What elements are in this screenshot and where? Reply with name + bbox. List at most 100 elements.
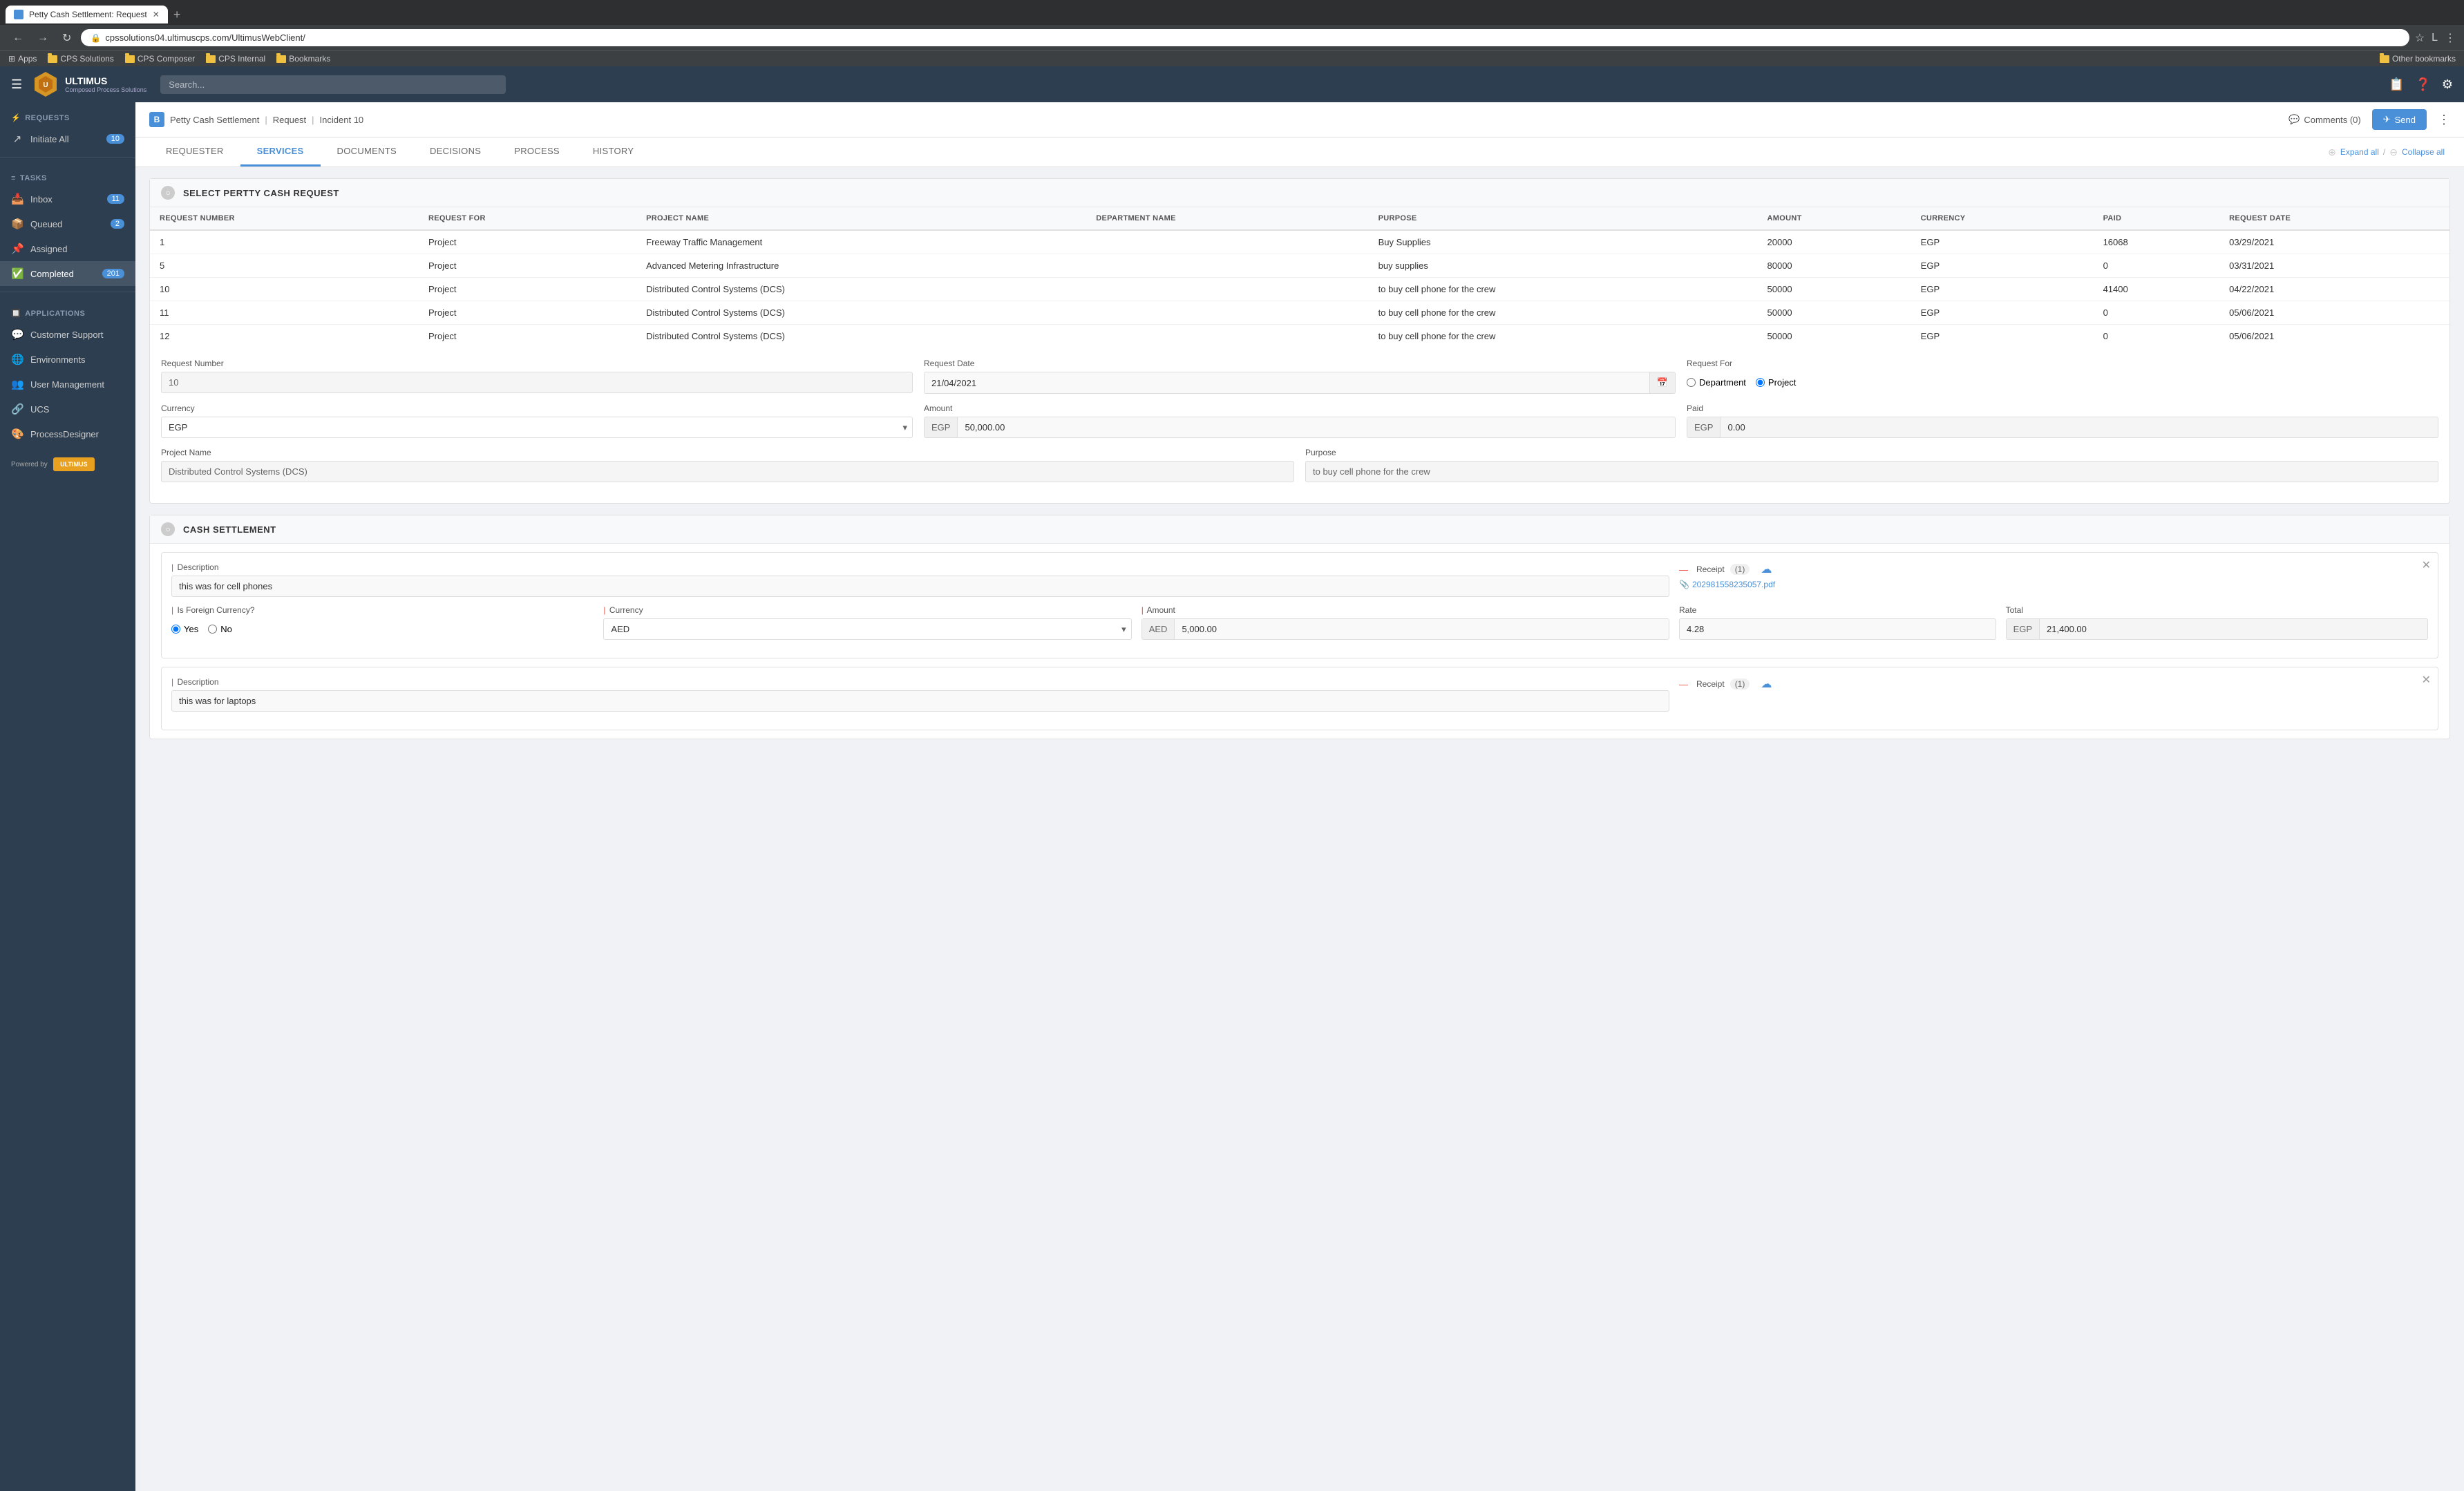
request-date-input[interactable] <box>925 372 1649 393</box>
app-header: ☰ U ULTIMUS Composed Process Solutions 📋… <box>0 66 2464 102</box>
sidebar-item-environments[interactable]: 🌐 Environments <box>0 347 135 372</box>
completed-label: Completed <box>30 269 74 279</box>
settlement-item-2-close-icon[interactable]: ✕ <box>2422 673 2431 687</box>
browser-tab[interactable]: Petty Cash Settlement: Request ✕ <box>6 6 168 23</box>
radio-department[interactable]: Department <box>1687 377 1746 388</box>
radio-no-input-1[interactable] <box>208 625 217 634</box>
collapse-all-link[interactable]: Collapse all <box>2402 147 2445 157</box>
sidebar-item-queued[interactable]: 📦 Queued 2 <box>0 211 135 236</box>
col-request-number: REQUEST NUMBER <box>150 207 419 230</box>
tab-decisions[interactable]: DECISIONS <box>413 137 497 167</box>
calendar-icon[interactable]: 📅 <box>1649 372 1675 393</box>
applications-section-title: 🔲 APPLICATIONS <box>0 298 135 322</box>
environments-label: Environments <box>30 354 85 365</box>
settings-icon[interactable]: ⋮ <box>2445 31 2456 45</box>
sidebar-item-customer-support[interactable]: 💬 Customer Support <box>0 322 135 347</box>
receipt-upload-icon-1[interactable]: ☁ <box>1761 562 1772 576</box>
cell-request-date: 03/29/2021 <box>2219 230 2449 254</box>
table-row[interactable]: 11 Project Distributed Control Systems (… <box>150 301 2449 325</box>
settlement-row-description-1: | Description — Receipt (1) ☁ <box>171 562 2428 597</box>
bookmark-other[interactable]: Other bookmarks <box>2380 54 2456 64</box>
amount-input[interactable] <box>958 417 1675 437</box>
cell-currency: EGP <box>1911 325 2094 348</box>
settlement-amount-input-1[interactable] <box>1175 619 1669 639</box>
sidebar-item-assigned[interactable]: 📌 Assigned <box>0 236 135 261</box>
settings-gear-icon[interactable]: ⚙ <box>2442 77 2453 92</box>
radio-department-input[interactable] <box>1687 378 1696 387</box>
petty-cash-form: Request Number Request Date 📅 <box>150 348 2449 503</box>
profile-icon[interactable]: L <box>2432 32 2438 44</box>
radio-no-1[interactable]: No <box>208 624 232 634</box>
radio-project[interactable]: Project <box>1756 377 1796 388</box>
sidebar-item-process-designer[interactable]: 🎨 ProcessDesigner <box>0 421 135 446</box>
sidebar-item-ucs[interactable]: 🔗 UCS <box>0 397 135 421</box>
more-options-icon[interactable]: ⋮ <box>2438 113 2450 127</box>
settlement-item-1: ✕ | Description — <box>161 552 2438 658</box>
request-date-label: Request Date <box>924 359 1676 368</box>
tab-requester[interactable]: REQUESTER <box>149 137 240 167</box>
cell-department-name <box>1086 325 1368 348</box>
tab-process[interactable]: PROCESS <box>497 137 576 167</box>
table-row[interactable]: 10 Project Distributed Control Systems (… <box>150 278 2449 301</box>
cell-request-for: Project <box>419 325 636 348</box>
cell-request-for: Project <box>419 230 636 254</box>
bookmark-star-icon[interactable]: ☆ <box>2415 31 2425 45</box>
settlement-description-input-1[interactable] <box>171 576 1669 597</box>
settlement-item-1-close-icon[interactable]: ✕ <box>2422 558 2431 572</box>
tab-close-icon[interactable]: ✕ <box>153 10 160 19</box>
sidebar-item-completed[interactable]: ✅ Completed 201 <box>0 261 135 286</box>
tab-history[interactable]: HISTORY <box>576 137 650 167</box>
settlement-item-2: ✕ | Description — <box>161 667 2438 730</box>
table-row[interactable]: 1 Project Freeway Traffic Management Buy… <box>150 230 2449 254</box>
refresh-button[interactable]: ↻ <box>58 30 75 46</box>
tab-services[interactable]: SERVICES <box>240 137 321 167</box>
breadcrumb-item-1[interactable]: Petty Cash Settlement <box>170 115 259 125</box>
breadcrumb-item-3[interactable]: Incident 10 <box>320 115 364 125</box>
initiate-all-badge: 10 <box>106 134 124 144</box>
receipt-file-1[interactable]: 📎 202981558235057.pdf <box>1679 580 2428 589</box>
send-label: Send <box>2395 115 2416 125</box>
hamburger-menu-icon[interactable]: ☰ <box>11 77 22 92</box>
radio-project-input[interactable] <box>1756 378 1765 387</box>
bookmark-cps-composer[interactable]: CPS Composer <box>125 54 195 64</box>
sidebar-item-user-management[interactable]: 👥 User Management <box>0 372 135 397</box>
breadcrumb-item-2[interactable]: Request <box>273 115 306 125</box>
sidebar-item-initiate-all[interactable]: ↗ Initiate All 10 <box>0 126 135 151</box>
paid-input[interactable] <box>1721 417 2438 437</box>
bookmark-cps-internal[interactable]: CPS Internal <box>206 54 265 64</box>
currency-select[interactable]: EGP USD AED EUR <box>161 417 913 438</box>
help-icon[interactable]: ❓ <box>2415 77 2430 92</box>
forward-button[interactable]: → <box>33 30 53 46</box>
radio-yes-1[interactable]: Yes <box>171 624 198 634</box>
bookmark-apps[interactable]: ⊞ Apps <box>8 54 37 64</box>
bookmarks-bar: ⊞ Apps CPS Solutions CPS Composer CPS In… <box>0 50 2464 66</box>
cell-currency: EGP <box>1911 230 2094 254</box>
tab-documents[interactable]: DOCUMENTS <box>321 137 413 167</box>
expand-all-link[interactable]: Expand all <box>2340 147 2379 157</box>
settlement-description-input-2[interactable] <box>171 690 1669 712</box>
send-button[interactable]: ✈ Send <box>2372 109 2427 130</box>
settlement-currency-select-1[interactable]: AED EGP USD <box>603 618 1131 640</box>
tab-favicon <box>14 10 23 19</box>
folder-icon <box>125 55 135 63</box>
receipt-upload-icon-2[interactable]: ☁ <box>1761 677 1772 691</box>
url-bar[interactable]: 🔒 cpssolutions04.ultimuscps.com/UltimusW… <box>81 29 2409 46</box>
table-row[interactable]: 5 Project Advanced Metering Infrastructu… <box>150 254 2449 278</box>
inbox-icon[interactable]: 📋 <box>2389 77 2404 92</box>
table-row[interactable]: 12 Project Distributed Control Systems (… <box>150 325 2449 348</box>
petty-cash-section: ○ SELECT PERTTY CASH REQUEST REQUEST NUM… <box>149 178 2450 504</box>
radio-yes-input-1[interactable] <box>171 625 180 634</box>
new-tab-button[interactable]: + <box>168 8 187 22</box>
settlement-total-input-1[interactable] <box>2040 619 2427 639</box>
bookmark-bookmarks[interactable]: Bookmarks <box>276 54 330 64</box>
section-toggle-petty-cash[interactable]: ○ <box>161 186 175 200</box>
settlement-rate-input-1[interactable] <box>1679 618 1996 640</box>
cell-amount: 50000 <box>1758 301 1911 325</box>
sidebar-item-inbox[interactable]: 📥 Inbox 11 <box>0 187 135 211</box>
search-input[interactable] <box>160 75 506 94</box>
back-button[interactable]: ← <box>8 30 28 46</box>
comments-link[interactable]: 💬 Comments (0) <box>2288 114 2361 125</box>
bookmark-cps-solutions[interactable]: CPS Solutions <box>48 54 113 64</box>
sidebar: ⚡ REQUESTS ↗ Initiate All 10 ≡ TASKS 📥 I… <box>0 102 135 1491</box>
section-toggle-cash-settlement[interactable]: ○ <box>161 522 175 536</box>
